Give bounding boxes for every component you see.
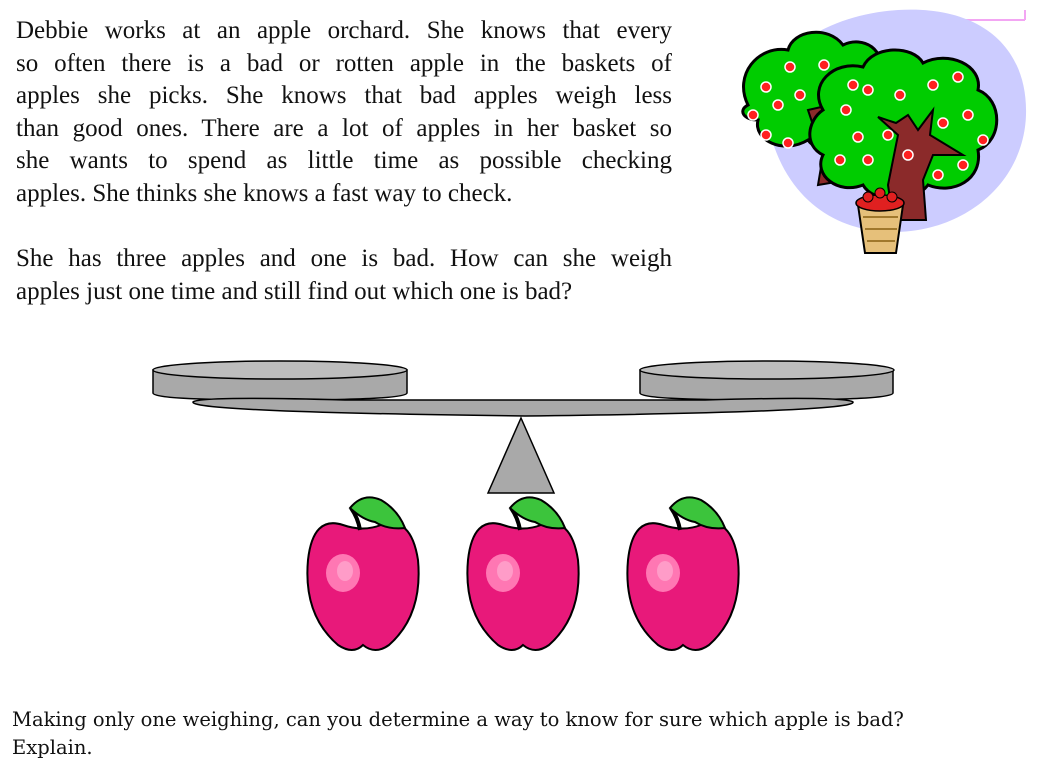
story-paragraph-1: Debbie works at an apple orchard. She kn…: [16, 15, 672, 210]
question-line: Making only one weighing, can you determ…: [12, 708, 904, 731]
story-paragraph-2: She has three apples and one is bad. How…: [16, 243, 672, 308]
story-line: than good ones. There are a lot of apple…: [16, 114, 672, 142]
apple-icon: [626, 496, 740, 651]
question-line: Explain.: [12, 736, 93, 759]
question-text: Making only one weighing, can you determ…: [12, 706, 1012, 762]
apple-icon: [466, 496, 580, 651]
story-line: apples. She thinks she knows a fast way …: [16, 179, 513, 207]
story-line: apples she picks. She knows that bad app…: [16, 82, 672, 109]
story-line: She has three apples and one is bad. How…: [16, 245, 672, 272]
apple-icon: [306, 496, 420, 651]
story-line: so often there is a bad or rotten apple …: [16, 49, 672, 77]
apple-tree-illustration: [741, 9, 1027, 254]
balance-scale: [152, 360, 895, 494]
story-line: apples just one time and still find out …: [16, 277, 573, 305]
story-line: Debbie works at an apple orchard. She kn…: [16, 17, 672, 44]
story-line: she wants to spend as little time as pos…: [16, 147, 672, 174]
